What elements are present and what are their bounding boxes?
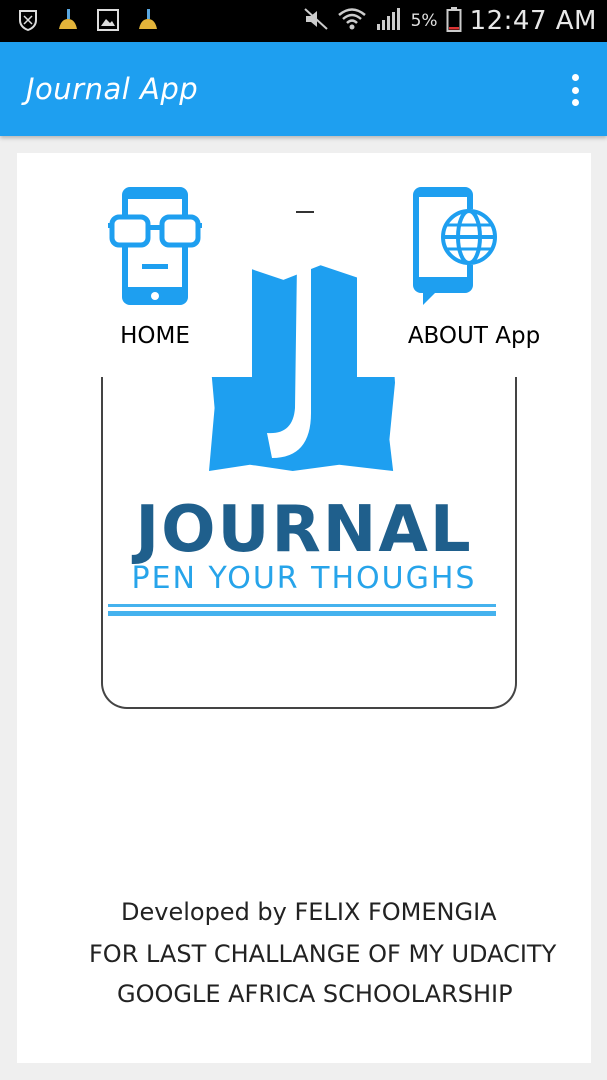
app-title: Journal App xyxy=(26,72,199,106)
logo-j-letter xyxy=(267,263,311,458)
credits-line: Developed by FELIX FOMENGIA xyxy=(121,898,497,926)
system-icons: 5% 12:47 AM xyxy=(303,4,597,38)
cleaner-icon xyxy=(54,6,82,34)
notification-icons xyxy=(14,6,162,34)
status-bar: 5% 12:47 AM xyxy=(0,0,607,42)
credits-line: GOOGLE AFRICA SCHOOLARSHIP xyxy=(117,980,513,1008)
phone-glasses-icon xyxy=(108,187,202,305)
credits-line: FOR LAST CHALLANGE OF MY UDACITY xyxy=(89,940,557,968)
signal-icon xyxy=(375,6,403,36)
home-label: HOME xyxy=(120,323,190,349)
logo-underline xyxy=(108,604,496,607)
phone-globe-icon xyxy=(413,187,497,305)
clock: 12:47 AM xyxy=(469,6,597,36)
content-card: JOURNAL PEN YOUR THOUGHS HOME ABOUT App … xyxy=(17,153,591,1063)
more-vert-icon[interactable] xyxy=(569,74,581,106)
mute-icon xyxy=(303,7,329,35)
home-button[interactable]: HOME xyxy=(58,153,252,377)
logo-title: JOURNAL xyxy=(135,493,473,567)
shield-icon xyxy=(14,6,42,34)
wifi-icon xyxy=(337,6,367,36)
battery-icon xyxy=(446,6,462,36)
divider-dash xyxy=(296,211,314,213)
logo-underline xyxy=(108,611,496,616)
battery-percent: 5% xyxy=(410,11,438,31)
app-bar: Journal App xyxy=(0,42,607,136)
cleaner-icon xyxy=(134,6,162,34)
about-app-button[interactable]: ABOUT App xyxy=(357,153,591,377)
logo-tagline: PEN YOUR THOUGHS xyxy=(131,561,477,596)
gallery-icon xyxy=(94,6,122,34)
about-app-label: ABOUT App xyxy=(407,323,541,349)
